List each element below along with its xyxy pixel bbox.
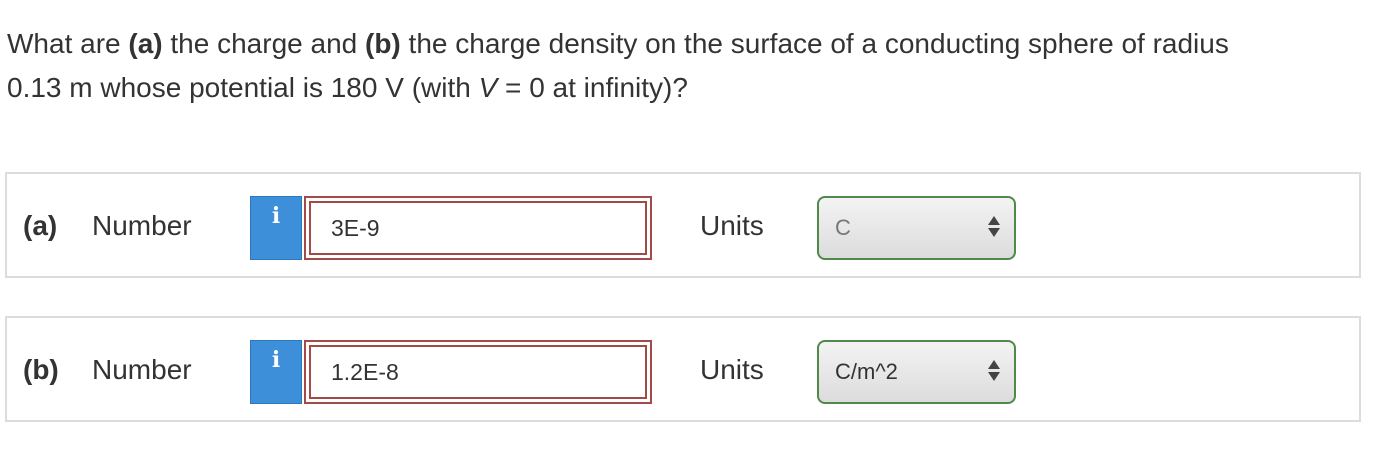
question-line2: 0.13 m whose potential is 180 V (with V … [7,72,688,103]
answer-input-b[interactable]: 1.2E-8 [304,340,652,404]
units-selected-value: C [835,215,851,240]
answer-row-a: (a) Number i 3E-9 Units C [5,172,1361,278]
up-down-arrows-icon [988,360,1002,384]
question-line1: What are (a) the charge and (b) the char… [7,28,1229,59]
info-icon[interactable]: i [250,340,302,404]
part-label: (a) [23,210,58,241]
variable-v: V [478,72,498,103]
question-text: What are (a) the charge and (b) the char… [7,22,1377,110]
answer-value[interactable]: 3E-9 [309,201,647,255]
units-label: Units [700,354,764,385]
units-select-b[interactable]: C/m^2 [817,340,1016,404]
part-label: (b) [23,354,59,385]
answer-row-b: (b) Number i 1.2E-8 Units C/m^2 [5,316,1361,422]
units-select-a[interactable]: C [817,196,1016,260]
units-selected-value: C/m^2 [835,359,898,384]
number-label: Number [92,354,192,385]
part-a-ref: (a) [128,28,163,59]
up-down-arrows-icon [988,216,1002,240]
part-b-ref: (b) [365,28,401,59]
units-label: Units [700,210,764,241]
answer-value[interactable]: 1.2E-8 [309,345,647,399]
answer-input-a[interactable]: 3E-9 [304,196,652,260]
number-label: Number [92,210,192,241]
info-icon[interactable]: i [250,196,302,260]
